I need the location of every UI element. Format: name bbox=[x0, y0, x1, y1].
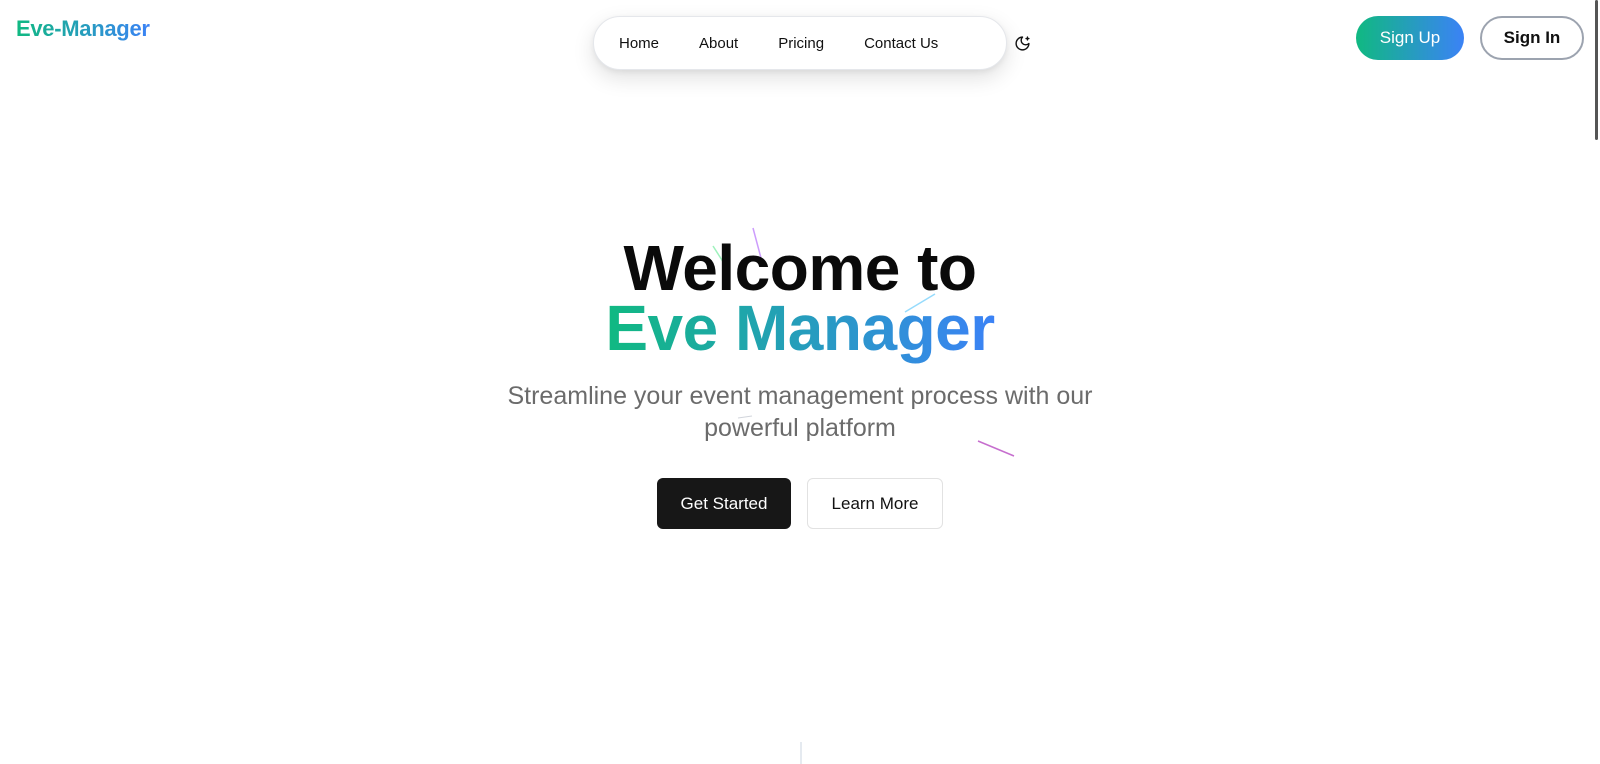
learn-more-button[interactable]: Learn More bbox=[807, 478, 943, 529]
sign-in-button[interactable]: Sign In bbox=[1480, 16, 1584, 60]
nav-about[interactable]: About bbox=[699, 35, 738, 52]
hero-title-gradient-text: Eve Manager bbox=[605, 292, 995, 364]
scrollbar-thumb[interactable] bbox=[1595, 0, 1598, 140]
hero-subtitle: Streamline your event management process… bbox=[507, 382, 1093, 442]
scrollbar[interactable] bbox=[1592, 0, 1600, 764]
main-nav: Home About Pricing Contact Us bbox=[593, 16, 1030, 70]
logo[interactable]: Eve-Manager bbox=[16, 16, 150, 42]
nav-pricing[interactable]: Pricing bbox=[778, 35, 824, 52]
get-started-button[interactable]: Get Started bbox=[657, 478, 791, 529]
nav-home[interactable]: Home bbox=[619, 35, 659, 52]
sign-up-button[interactable]: Sign Up bbox=[1356, 16, 1464, 60]
hero-title-line1: Welcome to bbox=[623, 232, 978, 304]
hero-title-line2: Eve Manager bbox=[0, 296, 1600, 360]
moon-icon[interactable] bbox=[1014, 33, 1031, 53]
nav-contact-us[interactable]: Contact Us bbox=[864, 35, 938, 52]
landing-page: Eve-Manager Home About Pricing Contact U… bbox=[0, 0, 1600, 764]
